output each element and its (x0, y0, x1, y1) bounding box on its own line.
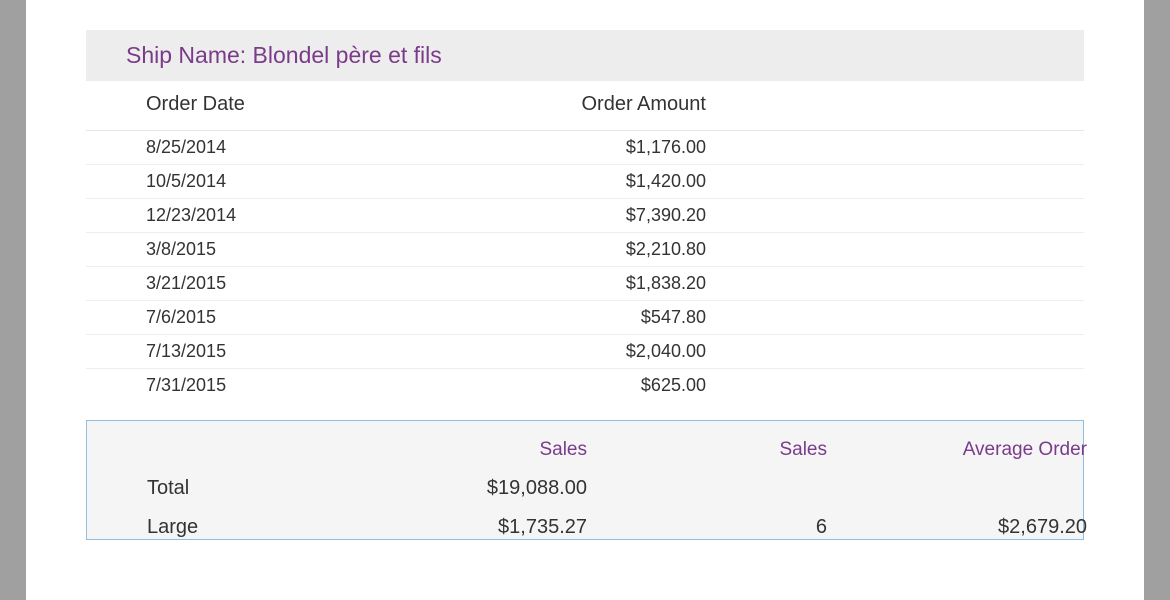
cell-spacer (716, 369, 1084, 403)
cell-order-date: 7/6/2015 (86, 301, 486, 335)
summary-header-average: Average Order (827, 439, 1087, 461)
cell-order-amount: $2,210.80 (486, 233, 716, 267)
table-row: 7/13/2015$2,040.00 (86, 335, 1084, 369)
cell-order-date: 8/25/2014 (86, 131, 486, 165)
cell-spacer (716, 335, 1084, 369)
cell-order-amount: $1,176.00 (486, 131, 716, 165)
cell-order-amount: $1,838.20 (486, 267, 716, 301)
summary-total-sales: $19,088.00 (367, 477, 587, 500)
summary-large-avg: $2,679.20 (827, 516, 1087, 539)
cell-order-date: 10/5/2014 (86, 165, 486, 199)
summary-row-label-total: Total (87, 477, 367, 500)
group-header: Ship Name: Blondel père et fils (86, 30, 1084, 81)
cell-order-amount: $625.00 (486, 369, 716, 403)
table-row: 3/21/2015$1,838.20 (86, 267, 1084, 301)
summary-header-sales-1: Sales (367, 439, 587, 461)
table-header-row: Order Date Order Amount (86, 81, 1084, 131)
group-title: Ship Name: Blondel père et fils (126, 42, 442, 68)
cell-order-date: 7/13/2015 (86, 335, 486, 369)
table-row: 10/5/2014$1,420.00 (86, 165, 1084, 199)
cell-spacer (716, 165, 1084, 199)
cell-spacer (716, 199, 1084, 233)
cell-order-amount: $2,040.00 (486, 335, 716, 369)
cell-spacer (716, 267, 1084, 301)
cell-order-date: 12/23/2014 (86, 199, 486, 233)
table-row: 12/23/2014$7,390.20 (86, 199, 1084, 233)
summary-row-label-large: Large (87, 516, 367, 539)
report-page: Ship Name: Blondel père et fils Order Da… (26, 0, 1144, 600)
summary-panel: Sales Sales Average Order Total $19,088.… (86, 420, 1084, 540)
summary-large-sales: $1,735.27 (367, 516, 587, 539)
table-row: 8/25/2014$1,176.00 (86, 131, 1084, 165)
cell-spacer (716, 131, 1084, 165)
summary-large-count: 6 (587, 516, 827, 539)
cell-order-date: 7/31/2015 (86, 369, 486, 403)
cell-order-amount: $547.80 (486, 301, 716, 335)
cell-order-date: 3/21/2015 (86, 267, 486, 301)
table-row: 7/6/2015$547.80 (86, 301, 1084, 335)
column-header-amount: Order Amount (486, 81, 716, 131)
orders-table: Order Date Order Amount 8/25/2014$1,176.… (86, 81, 1084, 402)
cell-spacer (716, 301, 1084, 335)
cell-order-date: 3/8/2015 (86, 233, 486, 267)
cell-order-amount: $1,420.00 (486, 165, 716, 199)
table-row: 3/8/2015$2,210.80 (86, 233, 1084, 267)
cell-order-amount: $7,390.20 (486, 199, 716, 233)
table-row: 7/31/2015$625.00 (86, 369, 1084, 403)
column-header-spacer (716, 81, 1084, 131)
cell-spacer (716, 233, 1084, 267)
column-header-date: Order Date (86, 81, 486, 131)
summary-header-sales-2: Sales (587, 439, 827, 461)
